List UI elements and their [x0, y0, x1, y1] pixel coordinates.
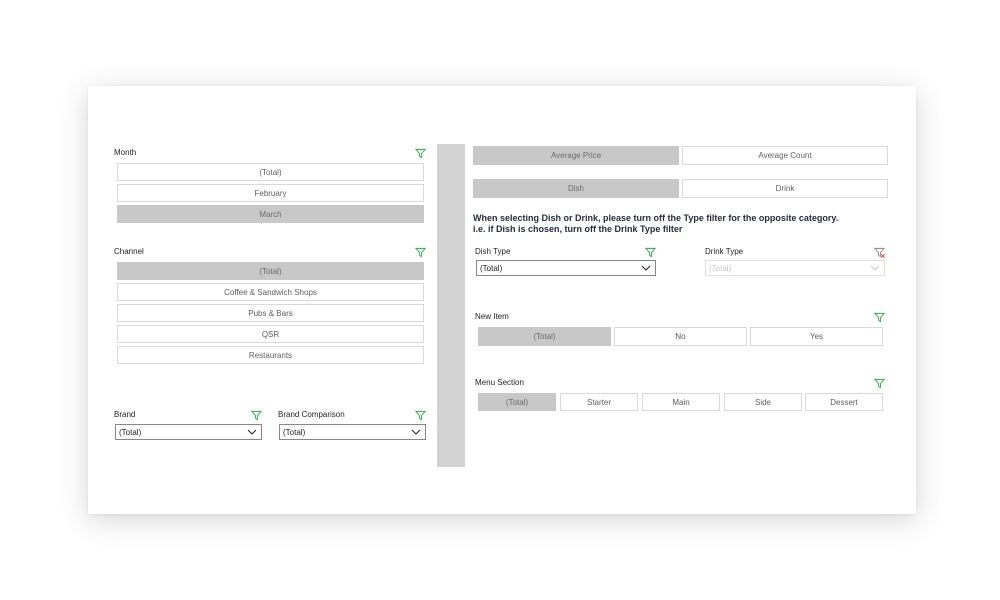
new-item-no[interactable]: No	[614, 327, 747, 346]
drink-type-dropdown-value: (Total)	[709, 263, 732, 273]
dish-type-dropdown[interactable]: (Total)	[476, 260, 656, 276]
brand-dropdown-value: (Total)	[119, 427, 142, 437]
filter-icon[interactable]	[874, 378, 885, 389]
dish-type-dropdown-value: (Total)	[480, 263, 503, 273]
channel-item-pubs-bars[interactable]: Pubs & Bars	[117, 304, 424, 322]
chevron-down-icon	[411, 429, 421, 435]
filter-icon[interactable]	[415, 410, 426, 421]
instruction-line-1: When selecting Dish or Drink, please tur…	[473, 213, 839, 223]
channel-item-restaurants[interactable]: Restaurants	[117, 346, 424, 364]
instruction-text: When selecting Dish or Drink, please tur…	[473, 213, 838, 235]
menu-section-side[interactable]: Side	[724, 393, 802, 411]
new-item-title: New Item	[475, 312, 509, 321]
brand-comparison-title: Brand Comparison	[278, 410, 345, 419]
chevron-down-icon	[641, 265, 651, 271]
menu-section-starter[interactable]: Starter	[560, 393, 638, 411]
filter-icon[interactable]	[645, 247, 656, 258]
menu-section-title: Menu Section	[475, 378, 524, 387]
month-slicer-title: Month	[114, 148, 137, 157]
filter-icon[interactable]	[874, 312, 885, 323]
channel-item-qsr[interactable]: QSR	[117, 325, 424, 343]
new-item-yes[interactable]: Yes	[750, 327, 883, 346]
month-item-march[interactable]: March	[117, 205, 424, 223]
menu-section-main[interactable]: Main	[642, 393, 720, 411]
new-item-total[interactable]: (Total)	[478, 327, 611, 346]
channel-item-coffee-sandwich[interactable]: Coffee & Sandwich Shops	[117, 283, 424, 301]
menu-section-dessert[interactable]: Dessert	[805, 393, 883, 411]
type-dish-button[interactable]: Dish	[473, 179, 679, 198]
filter-icon[interactable]	[415, 148, 426, 159]
dish-type-title: Dish Type	[475, 247, 511, 256]
menu-section-total[interactable]: (Total)	[478, 393, 556, 411]
drink-type-dropdown[interactable]: (Total)	[705, 260, 885, 276]
brand-comparison-dropdown[interactable]: (Total)	[279, 424, 426, 440]
panel-divider	[437, 144, 465, 467]
filter-icon[interactable]	[415, 247, 426, 258]
channel-item-total[interactable]: (Total)	[117, 262, 424, 280]
filter-clear-icon[interactable]	[874, 247, 885, 258]
brand-comparison-dropdown-value: (Total)	[283, 427, 306, 437]
month-item-february[interactable]: February	[117, 184, 424, 202]
brand-slicer-title: Brand	[114, 410, 136, 419]
type-drink-button[interactable]: Drink	[682, 179, 888, 198]
channel-slicer-title: Channel	[114, 247, 144, 256]
metric-average-count-button[interactable]: Average Count	[682, 146, 888, 165]
brand-dropdown[interactable]: (Total)	[115, 424, 262, 440]
chevron-down-icon	[870, 265, 880, 271]
drink-type-title: Drink Type	[705, 247, 744, 256]
filter-icon[interactable]	[251, 410, 262, 421]
metric-average-price-button[interactable]: Average Price	[473, 146, 679, 165]
month-item-total[interactable]: (Total)	[117, 163, 424, 181]
instruction-line-2: i.e. if Dish is chosen, turn off the Dri…	[473, 224, 683, 234]
chevron-down-icon	[247, 429, 257, 435]
